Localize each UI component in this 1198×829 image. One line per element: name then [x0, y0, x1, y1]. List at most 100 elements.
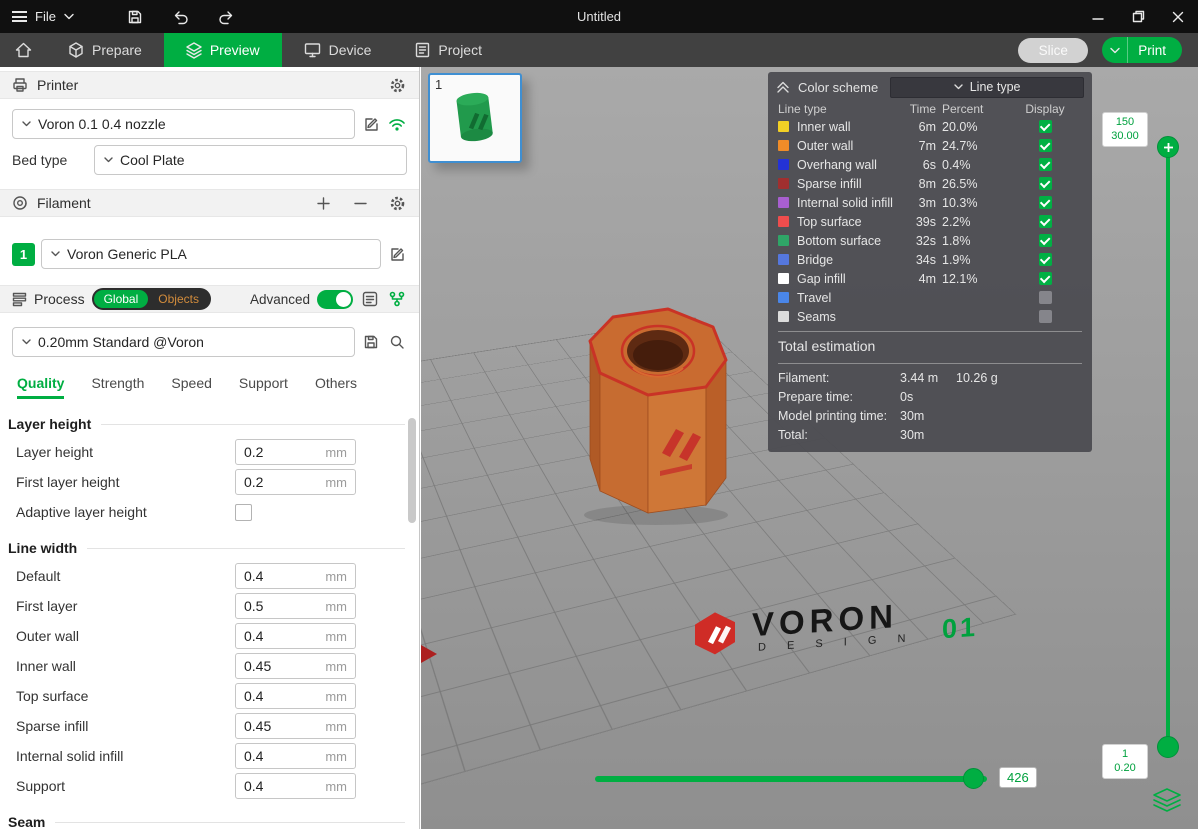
line-type-percent: 2.2%	[936, 215, 1008, 229]
line-width-outer-wall-input[interactable]	[244, 628, 316, 644]
edit-filament-button[interactable]	[387, 244, 407, 264]
plate-id-text: 01	[942, 612, 978, 646]
layer-height-input[interactable]	[244, 444, 316, 460]
line-type-label: Bridge	[797, 253, 833, 267]
color-scheme-select[interactable]: Line type	[890, 77, 1084, 98]
display-checkbox[interactable]	[1039, 120, 1052, 133]
save-button[interactable]	[122, 5, 148, 29]
display-checkbox[interactable]	[1039, 291, 1052, 304]
plus-icon	[1163, 142, 1174, 153]
parameter-list-button[interactable]	[360, 289, 380, 309]
display-checkbox[interactable]	[1039, 177, 1052, 190]
minus-icon	[354, 197, 367, 210]
display-checkbox[interactable]	[1039, 196, 1052, 209]
display-checkbox[interactable]	[1039, 272, 1052, 285]
param-input-box: mm	[235, 563, 356, 589]
line-width-inner-wall-input[interactable]	[244, 658, 316, 674]
bed-type-select[interactable]: Cool Plate	[94, 145, 407, 175]
file-menu-button[interactable]: File	[0, 0, 86, 33]
line-width-top-surface-input[interactable]	[244, 688, 316, 704]
adaptive-layer-height-checkbox[interactable]	[235, 504, 252, 521]
step-slider-handle[interactable]	[963, 768, 984, 789]
line-type-chip	[778, 235, 789, 246]
line-width-internal-solid-input[interactable]	[244, 748, 316, 764]
home-button[interactable]	[0, 33, 46, 67]
layer-slider-track[interactable]	[1166, 150, 1170, 748]
plate-thumbnail[interactable]: 1	[428, 73, 522, 163]
tab-preview[interactable]: Preview	[164, 33, 282, 67]
process-tab-strength[interactable]: Strength	[91, 375, 144, 399]
filament-settings-button[interactable]	[387, 193, 407, 213]
stat-label: Prepare time:	[778, 390, 900, 404]
process-preset-select[interactable]: 0.20mm Standard @Voron	[12, 327, 355, 357]
legend-row: Bridge 34s 1.9%	[768, 250, 1092, 269]
process-tab-others[interactable]: Others	[315, 375, 357, 399]
minimize-button[interactable]	[1078, 0, 1118, 33]
print-options-chevron[interactable]	[1102, 37, 1128, 63]
line-type-chip	[778, 292, 789, 303]
process-scope-toggle[interactable]: Global Objects	[92, 288, 211, 310]
line-type-percent: 1.9%	[936, 253, 1008, 267]
line-type-percent: 26.5%	[936, 177, 1008, 191]
remove-filament-button[interactable]	[350, 193, 370, 213]
edit-printer-button[interactable]	[361, 114, 381, 134]
advanced-toggle[interactable]	[317, 290, 353, 309]
scope-global[interactable]: Global	[94, 290, 149, 308]
redo-icon	[218, 9, 235, 25]
display-checkbox[interactable]	[1039, 139, 1052, 152]
line-width-sparse-infill-input[interactable]	[244, 718, 316, 734]
param-label: Top surface	[16, 688, 235, 704]
line-type-percent: 24.7%	[936, 139, 1008, 153]
process-tab-speed[interactable]: Speed	[171, 375, 211, 399]
undo-button[interactable]	[168, 5, 194, 29]
layer-slider-bottom-handle[interactable]	[1157, 736, 1179, 758]
process-tab-support[interactable]: Support	[239, 375, 288, 399]
first-layer-height-input[interactable]	[244, 474, 316, 490]
chevron-down-icon	[64, 13, 74, 20]
param-unit: mm	[325, 659, 347, 674]
line-width-first-layer-input[interactable]	[244, 598, 316, 614]
collapse-icon[interactable]	[776, 80, 790, 94]
device-icon	[304, 42, 321, 58]
sidebar-scrollbar[interactable]	[408, 418, 416, 523]
scope-objects[interactable]: Objects	[148, 290, 209, 308]
maximize-button[interactable]	[1118, 0, 1158, 33]
preview-viewport[interactable]: VORON D E S I G N 01 1 Color sch	[421, 67, 1198, 829]
add-filament-button[interactable]	[313, 193, 333, 213]
step-slider-track[interactable]	[595, 776, 987, 782]
slice-button[interactable]: Slice	[1018, 38, 1088, 63]
save-preset-button[interactable]	[361, 332, 381, 352]
sliced-model[interactable]	[578, 305, 743, 527]
line-type-chip	[778, 216, 789, 227]
printer-settings-button[interactable]	[387, 75, 407, 95]
display-checkbox[interactable]	[1039, 310, 1052, 323]
tab-prepare[interactable]: Prepare	[46, 33, 164, 67]
close-button[interactable]	[1158, 0, 1198, 33]
filament-preset-select[interactable]: Voron Generic PLA	[41, 239, 381, 269]
line-width-default-input[interactable]	[244, 568, 316, 584]
layer-slider-top-handle[interactable]	[1157, 136, 1179, 158]
printer-connection-button[interactable]	[387, 114, 407, 134]
printer-preset-select[interactable]: Voron 0.1 0.4 nozzle	[12, 109, 355, 139]
display-checkbox[interactable]	[1039, 158, 1052, 171]
tab-project[interactable]: Project	[393, 33, 504, 67]
param-row: Top surface mm	[0, 681, 419, 711]
parameter-tree-button[interactable]	[387, 289, 407, 309]
print-button[interactable]: Print	[1102, 37, 1182, 63]
display-checkbox[interactable]	[1039, 215, 1052, 228]
stat-value: 30m	[900, 409, 956, 423]
display-checkbox[interactable]	[1039, 234, 1052, 247]
col-time: Time	[898, 102, 936, 116]
redo-button[interactable]	[214, 5, 240, 29]
filament-slot-badge[interactable]: 1	[12, 243, 35, 266]
process-tab-quality[interactable]: Quality	[17, 375, 64, 399]
display-checkbox[interactable]	[1039, 253, 1052, 266]
search-preset-button[interactable]	[387, 332, 407, 352]
chevron-down-icon	[104, 157, 113, 163]
stat-row: Filament: 3.44 m 10.26 g	[768, 368, 1092, 387]
layers-view-button[interactable]	[1152, 788, 1182, 814]
tab-device[interactable]: Device	[282, 33, 394, 67]
line-width-support-input[interactable]	[244, 778, 316, 794]
legend-row: Bottom surface 32s 1.8%	[768, 231, 1092, 250]
param-input-box: mm	[235, 439, 356, 465]
